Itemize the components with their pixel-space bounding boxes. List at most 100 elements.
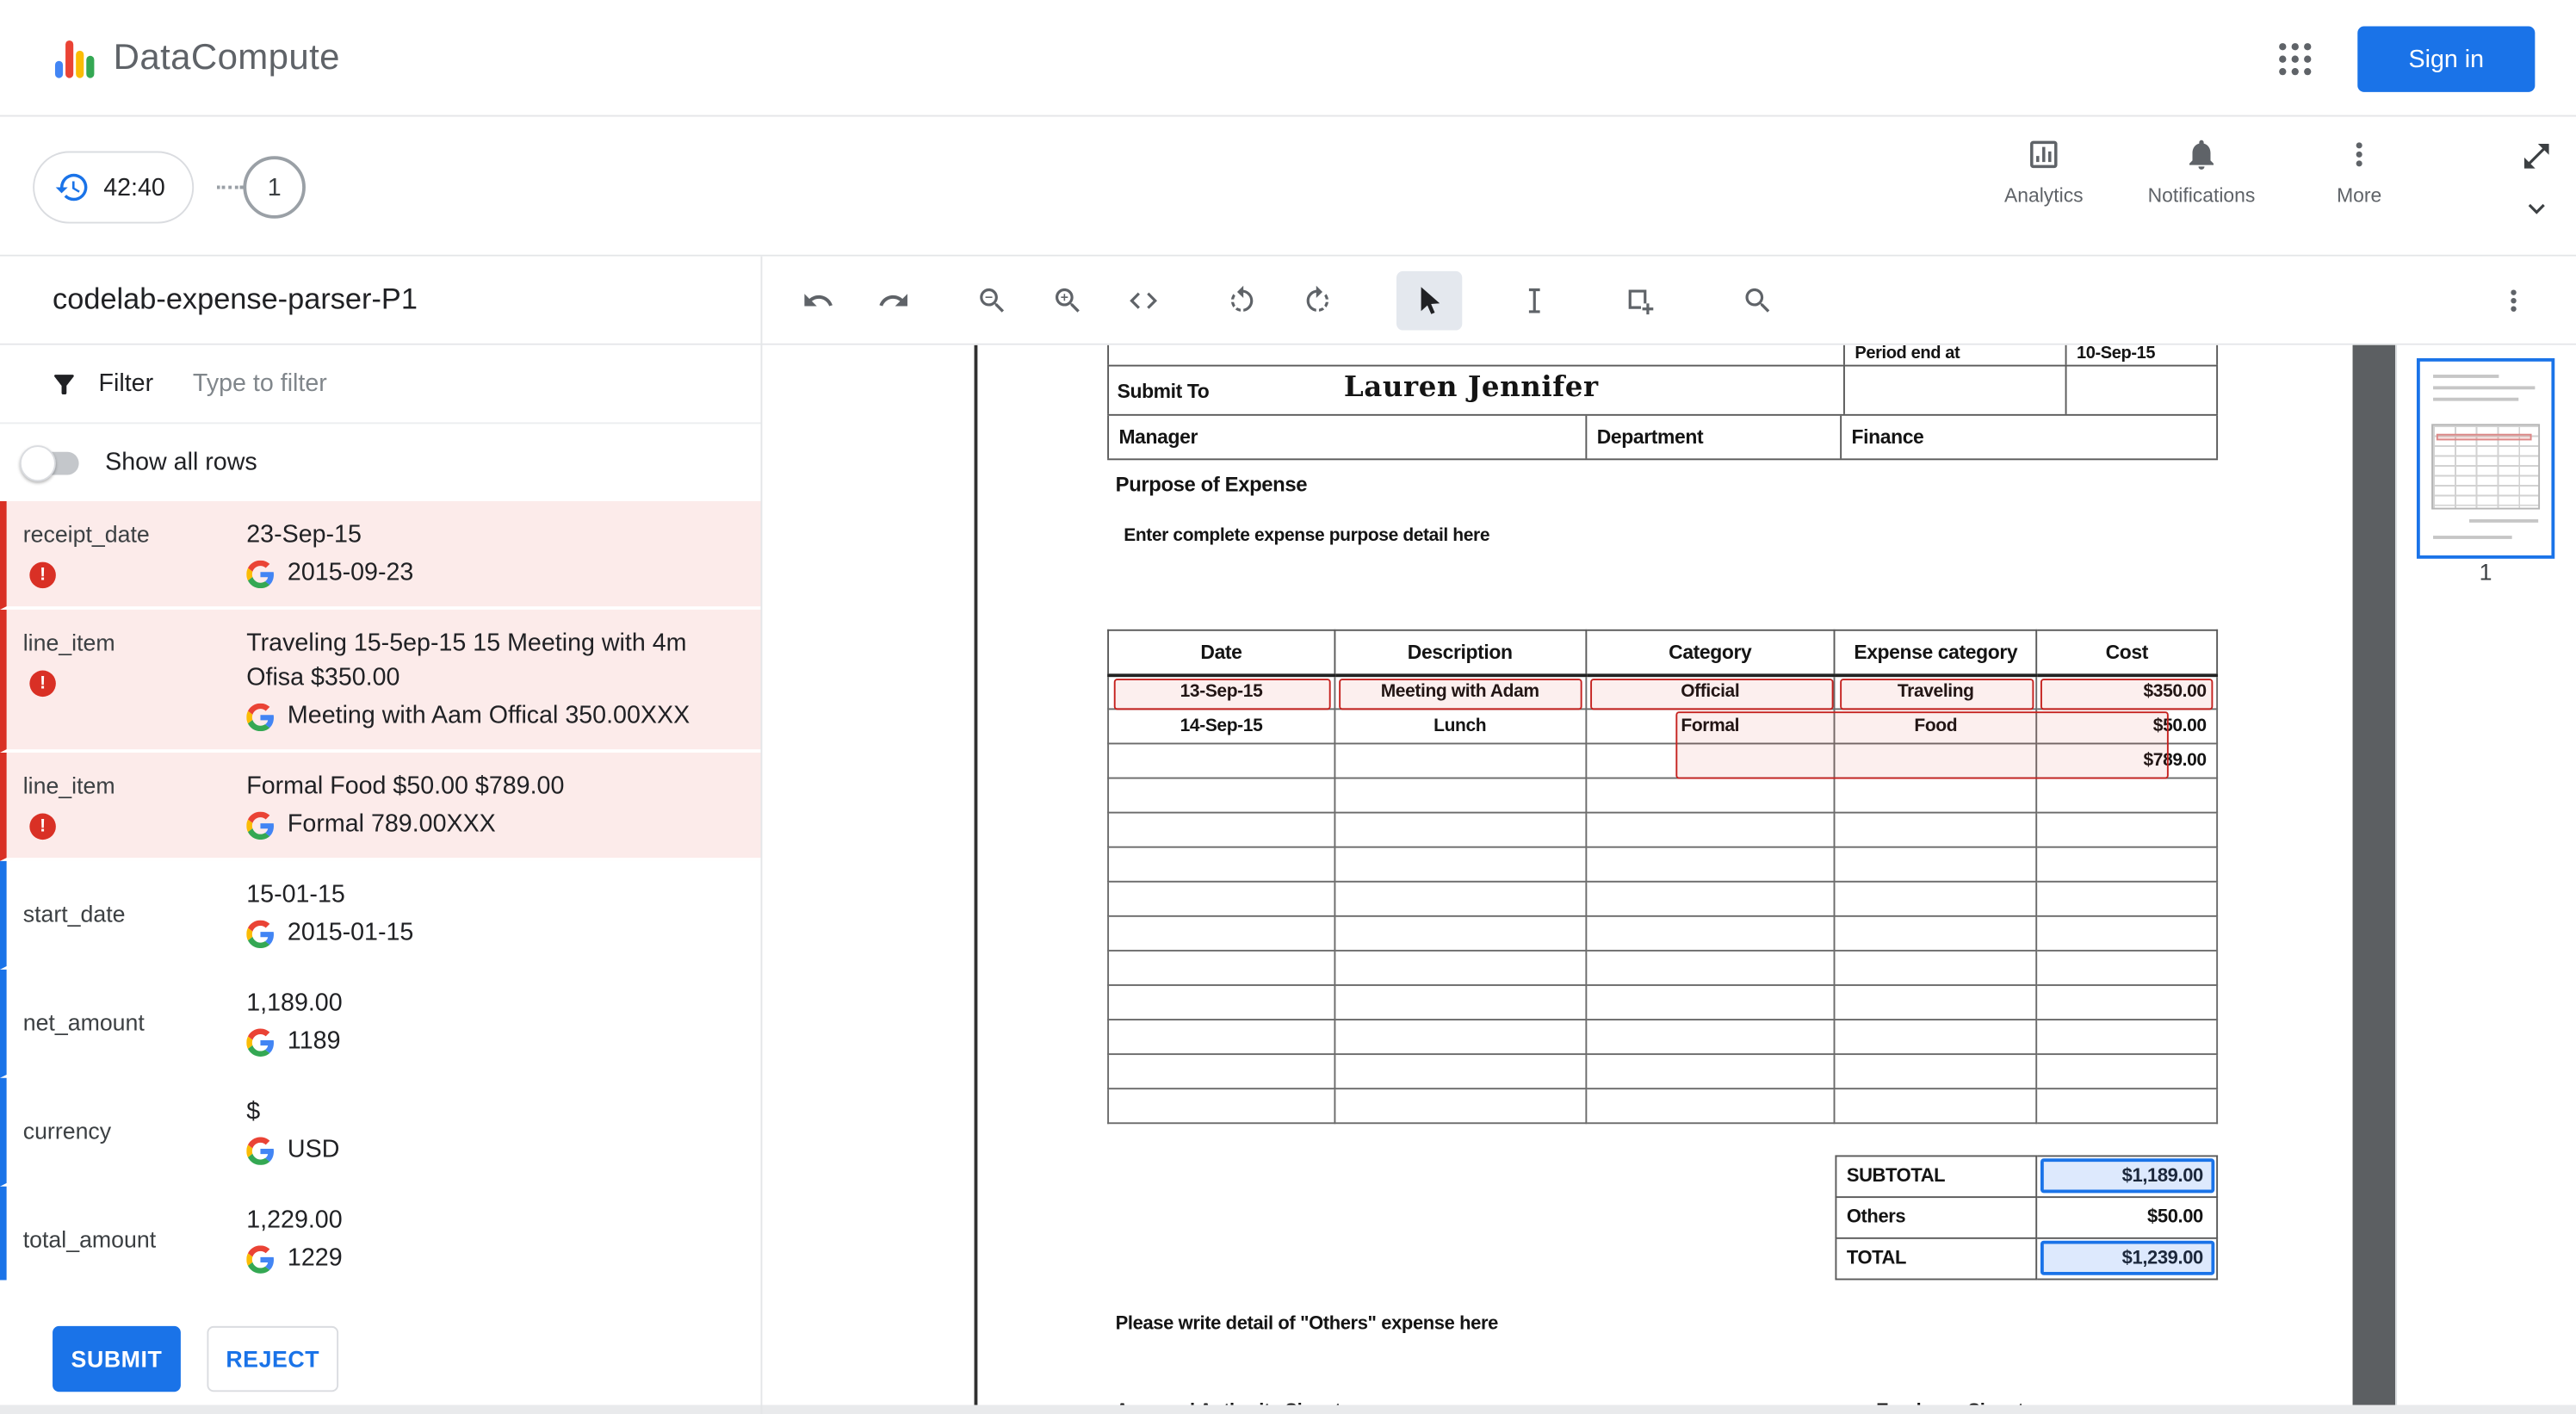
- field-row-line_item[interactable]: line_item! Formal Food $50.00 $789.00 Form…: [0, 752, 761, 861]
- brand-name: DataCompute: [113, 35, 340, 78]
- fields-panel: Filter Show all rows receipt_date!23-Sep…: [0, 344, 761, 1414]
- expense-cell: [2035, 1088, 2219, 1125]
- field-name: currency: [22, 1117, 112, 1144]
- field-value-column: $ USD: [246, 1095, 747, 1167]
- field-row-net_amount[interactable]: net_amount 1,189.00 1189: [0, 969, 761, 1078]
- field-row-line_item[interactable]: line_item! Traveling 15-5ep-15 15 Meeting…: [0, 609, 761, 753]
- select-tool-button[interactable]: [1396, 270, 1463, 331]
- expense-cell: Food: [1834, 708, 2038, 745]
- expense-cell: [1834, 915, 2038, 952]
- thumbnail-page-number: 1: [2479, 558, 2492, 586]
- field-row-start_date[interactable]: start_date 15-01-15 2015-01-15: [0, 860, 761, 970]
- zoom-in-button[interactable]: [1035, 271, 1100, 331]
- more-label: More: [2337, 183, 2382, 208]
- code-view-button[interactable]: [1111, 271, 1176, 331]
- manager-label: Manager: [1107, 415, 1585, 459]
- expense-cell: [1834, 811, 2038, 848]
- sign-in-button[interactable]: Sign in: [2357, 26, 2536, 92]
- field-value-column: Traveling 15-5ep-15 15 Meeting with 4m O…: [246, 626, 747, 733]
- expense-table-row: [1107, 984, 2219, 1020]
- show-all-rows-label: Show all rows: [105, 448, 257, 477]
- reject-button[interactable]: REJECT: [207, 1325, 339, 1392]
- field-value[interactable]: $: [246, 1095, 747, 1129]
- document-page[interactable]: Period end at 10-Sep-15 Submit To Lauren…: [974, 344, 2353, 1414]
- expense-cell: [1333, 880, 1587, 917]
- expand-icon[interactable]: [2520, 140, 2553, 172]
- expense-cell: [1834, 880, 2038, 917]
- text-select-tool-button[interactable]: [1502, 271, 1567, 331]
- field-value[interactable]: Traveling 15-5ep-15 15 Meeting with 4m O…: [246, 626, 747, 695]
- chevron-down-icon[interactable]: [2520, 192, 2553, 225]
- field-value[interactable]: 1,189.00: [246, 986, 747, 1020]
- timer-pill[interactable]: 42:40: [33, 151, 194, 224]
- field-row-currency[interactable]: currency $ USD: [0, 1077, 761, 1187]
- error-icon: !: [29, 670, 56, 698]
- field-row-total_amount[interactable]: total_amount 1,229.00 1229: [0, 1186, 761, 1295]
- expense-table: Date Description Category Expense category C…: [1107, 629, 2219, 1125]
- analytics-button[interactable]: Analytics: [1965, 136, 2122, 207]
- filter-row: Filter: [0, 345, 761, 425]
- field-name: net_amount: [22, 1008, 145, 1036]
- zoom-out-button[interactable]: [959, 271, 1025, 331]
- show-all-rows-toggle[interactable]: [19, 444, 83, 481]
- summary-value: $50.00: [2036, 1196, 2219, 1239]
- document-title-bar: codelab-expense-parser-P1: [0, 256, 2576, 345]
- google-g-icon: [246, 702, 274, 731]
- summary-row: TOTAL $1,239.00: [1835, 1237, 2219, 1281]
- google-g-icon: [246, 1136, 274, 1164]
- rotate-left-icon: [1230, 285, 1254, 312]
- expense-cell: [2035, 880, 2219, 917]
- expense-cell: [2035, 984, 2219, 1020]
- field-normalized-value: 1189: [287, 1026, 341, 1056]
- field-normalized-value: Meeting with Aam Offical 350.00XXX: [287, 701, 690, 730]
- field-label-column: net_amount: [23, 986, 247, 1058]
- field-value[interactable]: Formal Food $50.00 $789.00: [246, 769, 747, 803]
- toggle-knob: [19, 444, 56, 481]
- notifications-button[interactable]: Notifications: [2122, 136, 2280, 207]
- redo-button[interactable]: [861, 271, 926, 331]
- undo-button[interactable]: [785, 271, 851, 331]
- thumbnail-sketch: [2433, 375, 2499, 378]
- step-connector: [216, 185, 244, 189]
- expense-cell: [1333, 846, 1587, 883]
- field-normalized-value: Formal 789.00XXX: [287, 809, 496, 839]
- rotate-right-button[interactable]: [1285, 271, 1350, 331]
- vertical-scrollbar[interactable]: [2352, 344, 2396, 1414]
- toolbar-more-button[interactable]: [2487, 275, 2540, 327]
- google-g-icon: [246, 1027, 274, 1057]
- field-name: line_item: [22, 629, 115, 656]
- expense-cell: [1584, 846, 1836, 883]
- submit-button[interactable]: SUBMIT: [53, 1325, 181, 1392]
- expense-cell: [1333, 1088, 1587, 1125]
- field-row-receipt_date[interactable]: receipt_date! 23-Sep-15 2015-09-23: [0, 501, 761, 610]
- field-value-column: 1,189.00 1189: [246, 986, 747, 1058]
- summary-value: $1,189.00: [2036, 1155, 2219, 1199]
- rotate-left-button[interactable]: [1209, 271, 1274, 331]
- field-value[interactable]: 23-Sep-15: [246, 518, 747, 552]
- expense-table-row: [1107, 846, 2219, 883]
- search-tool-button[interactable]: [1725, 271, 1791, 331]
- panel-divider: [760, 256, 763, 1414]
- expense-cell: [1584, 811, 1836, 848]
- field-value-column: 23-Sep-15 2015-09-23: [246, 518, 747, 590]
- filter-input[interactable]: [192, 369, 554, 398]
- expense-cell: [1107, 984, 1335, 1020]
- step-indicator[interactable]: 1: [243, 156, 306, 219]
- field-value[interactable]: 1,229.00: [246, 1203, 747, 1237]
- add-region-tool-button[interactable]: [1607, 271, 1672, 331]
- document-viewer[interactable]: Period end at 10-Sep-15 Submit To Lauren…: [762, 344, 2353, 1414]
- horizontal-scrollbar[interactable]: [0, 1405, 2576, 1414]
- thumbnail-page[interactable]: [2416, 357, 2555, 559]
- google-g-icon: [246, 810, 274, 840]
- more-button[interactable]: More: [2281, 136, 2438, 207]
- more-vert-icon: [2356, 142, 2362, 167]
- field-value-column: 15-01-15 2015-01-15: [246, 878, 747, 950]
- google-g-icon: [246, 559, 274, 588]
- expense-table-row: [1107, 811, 2219, 848]
- field-value[interactable]: 15-01-15: [246, 878, 747, 912]
- brand: DataCompute: [54, 33, 340, 82]
- thumbnail-sketch: [2433, 397, 2519, 401]
- field-normalized: USD: [246, 1134, 747, 1167]
- apps-grid-icon[interactable]: [2274, 38, 2317, 81]
- form-cell-empty: [1843, 366, 2065, 414]
